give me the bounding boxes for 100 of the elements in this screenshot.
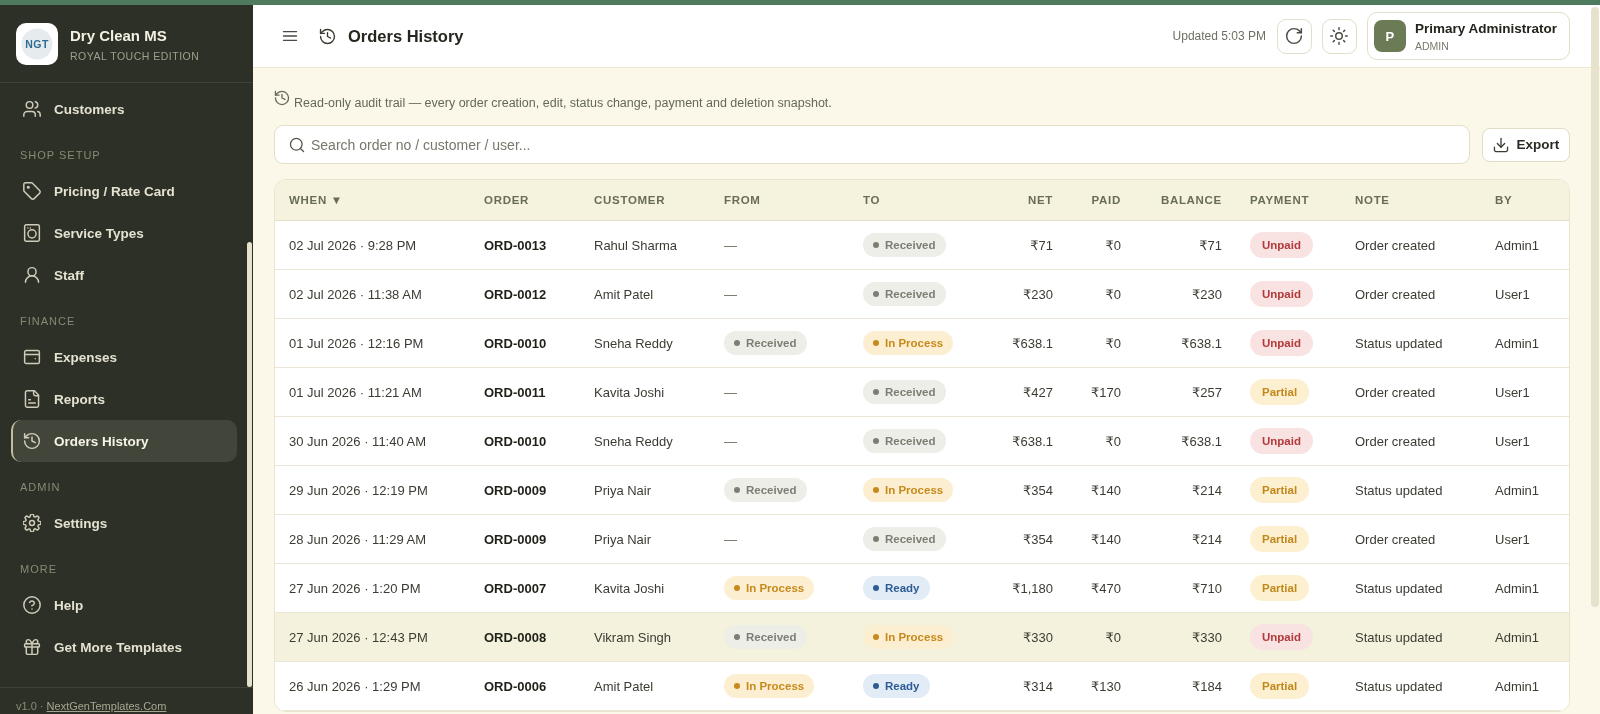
note-text: Order created <box>1355 384 1436 400</box>
circular-arrow-icon <box>1285 27 1304 45</box>
dot-icon <box>734 340 740 346</box>
timestamp: 02 Jul 2026 · 9:28 PM <box>289 237 417 253</box>
dot-icon <box>873 585 879 591</box>
note-text: Order created <box>1355 237 1436 253</box>
app-subtitle: ROYAL TOUCH EDITION <box>70 50 200 63</box>
last-updated: Updated 5:03 PM <box>1172 29 1266 43</box>
user-name: User1 <box>1495 433 1530 449</box>
sidebar-item[interactable]: Staff <box>11 254 237 296</box>
dot-icon <box>873 242 879 248</box>
amount: ₹638.1 <box>1181 433 1222 449</box>
dot-icon <box>873 389 879 395</box>
payment-badge: Unpaid <box>1250 281 1313 307</box>
status-label: Received <box>885 435 936 447</box>
dot-icon <box>873 683 879 689</box>
timestamp: 02 Jul 2026 · 11:38 AM <box>289 286 422 302</box>
amount: ₹0 <box>1105 335 1121 351</box>
dot-icon <box>734 585 740 591</box>
user-name: Admin1 <box>1495 678 1540 694</box>
note-text: Order created <box>1355 433 1436 449</box>
customer-name: Amit Patel <box>594 286 654 302</box>
order-number: ORD-0010 <box>484 433 547 449</box>
sidebar-item[interactable]: Service Types <box>11 212 237 254</box>
wallet-icon <box>23 348 41 366</box>
empty-value: — <box>724 433 737 449</box>
menu-icon[interactable] <box>282 28 298 44</box>
status-label: In Process <box>885 484 944 496</box>
amount: ₹330 <box>1192 629 1222 645</box>
tag-icon <box>23 182 41 200</box>
sidebar-item[interactable]: Expenses <box>11 336 237 378</box>
note-text: Order created <box>1355 531 1436 547</box>
amount: ₹638.1 <box>1181 335 1222 351</box>
order-number: ORD-0008 <box>484 629 547 645</box>
timestamp: 27 Jun 2026 · 12:43 PM <box>289 629 428 645</box>
website-link[interactable]: NextGenTemplates.Com <box>46 700 167 712</box>
column-header: FROM <box>724 194 761 206</box>
status-label: Ready <box>885 680 920 692</box>
customer-name: Amit Patel <box>594 678 654 694</box>
user-name: Admin1 <box>1495 335 1540 351</box>
section-heading: SHOP SETUP <box>19 148 102 163</box>
customer-name: Priya Nair <box>594 482 652 498</box>
payment-badge: Partial <box>1250 477 1310 503</box>
sidebar-item[interactable]: Reports <box>11 378 237 420</box>
history-icon <box>274 90 290 106</box>
document-icon <box>23 390 41 408</box>
customer-name: Kavita Joshi <box>594 580 665 596</box>
history-icon <box>319 27 336 45</box>
user-name: User1 <box>1495 384 1530 400</box>
theme-toggle-button[interactable] <box>1321 18 1357 54</box>
order-number: ORD-0011 <box>484 384 546 400</box>
section-heading: ADMIN <box>19 480 62 495</box>
refresh-button[interactable] <box>1276 18 1312 54</box>
user-card[interactable]: P Primary Administrator ADMIN <box>1366 12 1570 60</box>
section-heading: FINANCE <box>19 314 77 329</box>
timestamp: 28 Jun 2026 · 11:29 AM <box>289 531 427 547</box>
user-name: Primary Administrator <box>1414 19 1557 37</box>
dot-icon <box>873 438 879 444</box>
sidebar-item[interactable]: Get More Templates <box>11 626 237 668</box>
sidebar-item[interactable]: Settings <box>11 502 237 544</box>
timestamp: 01 Jul 2026 · 12:16 PM <box>289 335 424 351</box>
amount: ₹330 <box>1023 629 1053 645</box>
search-field[interactable]: Search order no / customer / user... <box>274 125 1470 164</box>
user-name: Admin1 <box>1495 629 1540 645</box>
search-icon <box>289 137 305 153</box>
amount: ₹140 <box>1091 531 1121 547</box>
order-number: ORD-0012 <box>484 286 547 302</box>
sidebar-item[interactable]: Orders History <box>11 420 237 462</box>
timestamp: 26 Jun 2026 · 1:29 PM <box>289 678 421 694</box>
amount: ₹0 <box>1105 286 1121 302</box>
column-header: PAID <box>1091 194 1121 206</box>
amount: ₹184 <box>1192 678 1222 694</box>
export-button[interactable]: Export <box>1482 127 1570 162</box>
amount: ₹257 <box>1192 384 1222 400</box>
download-icon <box>1492 136 1509 153</box>
column-header: ORDER <box>484 194 530 206</box>
amount: ₹354 <box>1023 531 1053 547</box>
status-label: Received <box>746 337 797 349</box>
customer-name: Sneha Reddy <box>594 433 673 449</box>
column-header: BY <box>1495 194 1513 206</box>
dot-icon <box>873 487 879 493</box>
sidebar-item[interactable]: Help <box>11 584 237 626</box>
user-name: Admin1 <box>1495 237 1540 253</box>
customer-name: Priya Nair <box>594 531 652 547</box>
avatar: P <box>1373 20 1406 52</box>
status-label: Received <box>746 631 797 643</box>
customer-name: Sneha Reddy <box>594 335 673 351</box>
washing-machine-icon <box>23 224 41 242</box>
user-name: User1 <box>1495 286 1530 302</box>
payment-badge: Partial <box>1250 526 1310 552</box>
sidebar-item[interactable]: Customers <box>11 88 237 130</box>
column-header: PAYMENT <box>1250 194 1310 206</box>
scrollbar-thumb[interactable] <box>1591 7 1599 607</box>
amount: ₹314 <box>1023 678 1053 694</box>
sidebar-item[interactable]: Pricing / Rate Card <box>11 170 237 212</box>
app-logo: NGT <box>16 23 58 65</box>
note-text: Status updated <box>1355 678 1443 694</box>
section-heading: MORE <box>19 562 58 577</box>
dot-icon <box>734 683 740 689</box>
scrollbar-thumb[interactable] <box>247 242 252 687</box>
